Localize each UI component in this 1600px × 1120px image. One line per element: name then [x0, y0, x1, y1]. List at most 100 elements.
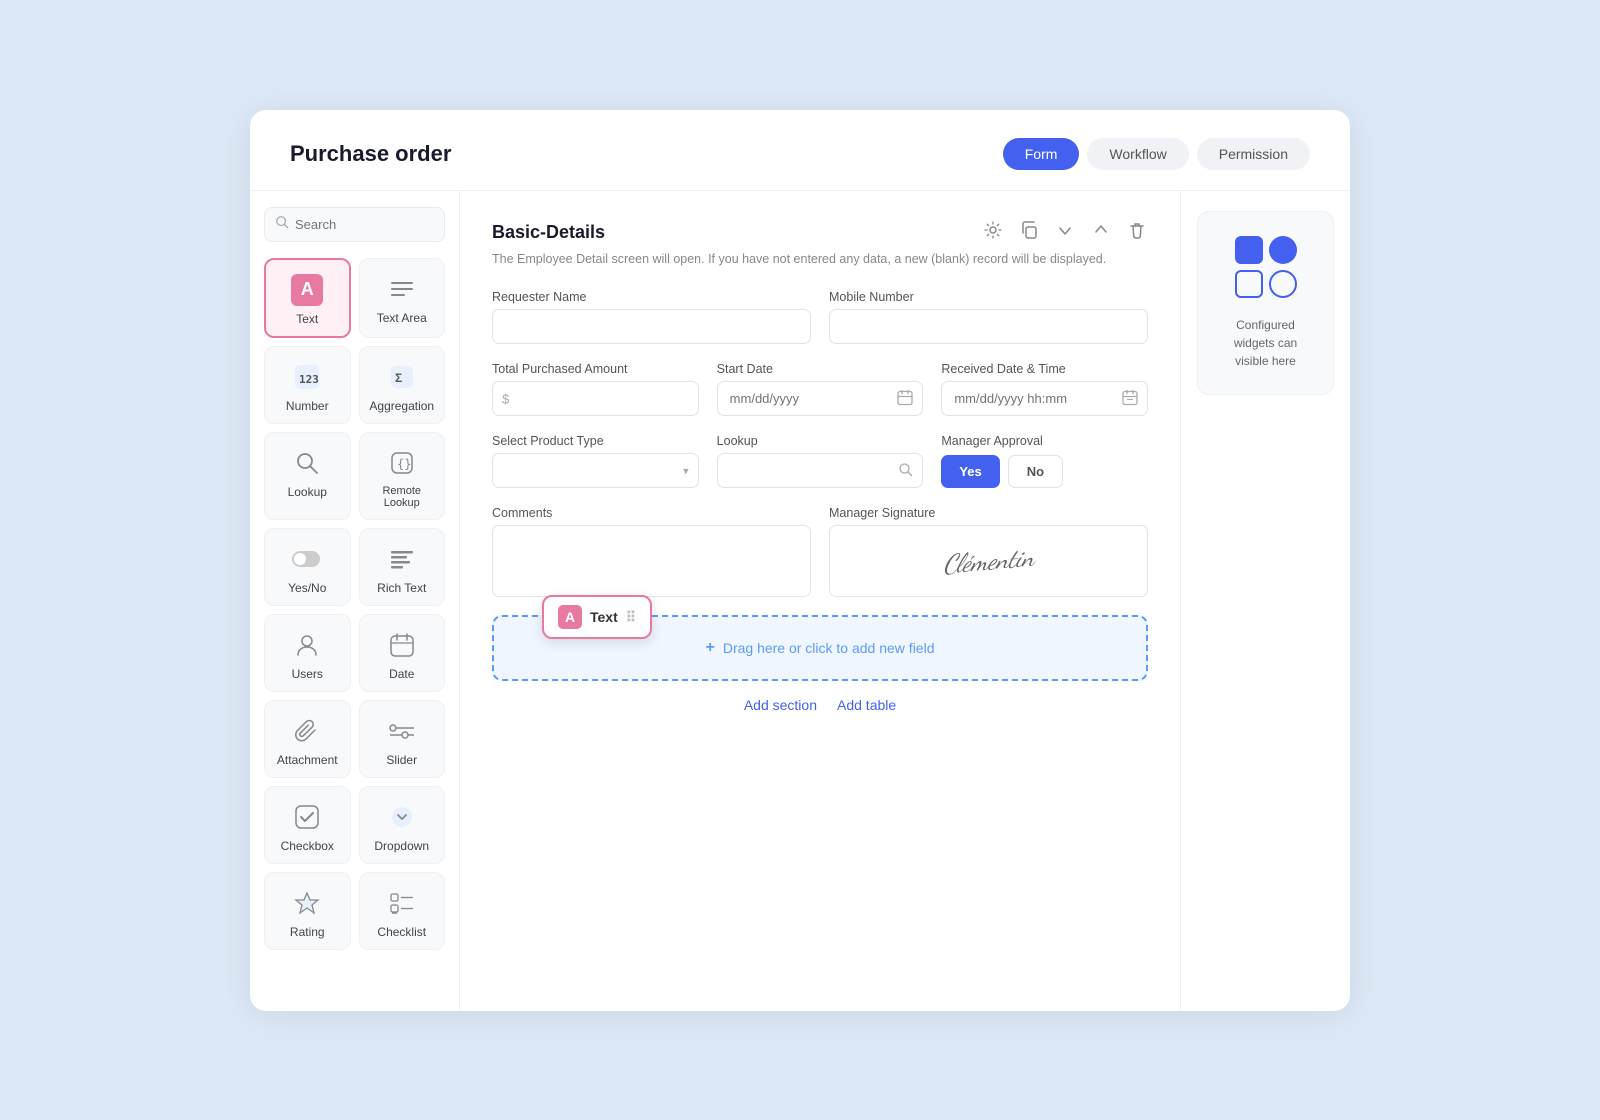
body-layout: A Text Text Area [250, 191, 1350, 1011]
yes-button[interactable]: Yes [941, 455, 999, 488]
widget-label-yes-no: Yes/No [288, 581, 326, 595]
dropdown-widget-icon [386, 801, 418, 833]
form-group-select-product-type: Select Product Type ▾ [492, 434, 699, 488]
svg-text:123: 123 [299, 373, 319, 386]
form-group-comments: Comments [492, 506, 811, 597]
widget-grid: A Text Text Area [264, 258, 445, 950]
form-group-total-purchased-amount: Total Purchased Amount $ [492, 362, 699, 416]
rating-widget-icon [291, 887, 323, 919]
textarea-widget-icon [386, 273, 418, 305]
widget-item-dropdown[interactable]: Dropdown [359, 786, 446, 864]
users-widget-icon [291, 629, 323, 661]
preview-icon-outline-1 [1235, 270, 1263, 298]
copy-button[interactable] [1018, 219, 1040, 246]
form-group-manager-signature: Manager Signature Clémentin [829, 506, 1148, 597]
label-requester-name: Requester Name [492, 290, 811, 304]
floating-text-widget[interactable]: A Text ⠿ [542, 595, 652, 639]
label-manager-signature: Manager Signature [829, 506, 1148, 520]
input-received-date-time[interactable] [941, 381, 1148, 416]
rich-text-widget-icon [386, 543, 418, 575]
widget-item-lookup[interactable]: Lookup [264, 432, 351, 520]
input-mobile-number[interactable] [829, 309, 1148, 344]
drag-area-label: Drag here or click to add new field [723, 640, 935, 656]
widget-label-rich-text: Rich Text [377, 581, 426, 595]
label-received-date-time: Received Date & Time [941, 362, 1148, 376]
delete-button[interactable] [1126, 219, 1148, 246]
widget-item-number[interactable]: 123 Number [264, 346, 351, 424]
move-down-button[interactable] [1054, 219, 1076, 246]
tab-form[interactable]: Form [1003, 138, 1080, 170]
widget-item-slider[interactable]: Slider [359, 700, 446, 778]
signature-image: Clémentin [942, 542, 1035, 581]
search-box[interactable] [264, 207, 445, 242]
section-desc: The Employee Detail screen will open. If… [492, 250, 1148, 269]
plus-icon: + [705, 639, 714, 657]
preview-icon-circle-outline [1269, 270, 1297, 298]
move-up-button[interactable] [1090, 219, 1112, 246]
dollar-input-wrapper: $ [492, 381, 699, 416]
label-manager-approval: Manager Approval [941, 434, 1148, 448]
widget-label-dropdown: Dropdown [374, 839, 429, 853]
add-table-button[interactable]: Add table [837, 697, 896, 713]
drag-handle-icon: ⠿ [626, 609, 636, 626]
header: Purchase order Form Workflow Permission [250, 110, 1350, 191]
label-total-purchased-amount: Total Purchased Amount [492, 362, 699, 376]
dollar-sign: $ [502, 391, 509, 406]
form-row-2: Total Purchased Amount $ Start Date [492, 362, 1148, 416]
input-total-purchased-amount[interactable] [492, 381, 699, 416]
label-start-date: Start Date [717, 362, 924, 376]
calendar-icon [897, 389, 913, 408]
widget-item-aggregation[interactable]: Σ Aggregation [359, 346, 446, 424]
section-title: Basic-Details [492, 222, 605, 243]
form-group-start-date: Start Date [717, 362, 924, 416]
widget-item-attachment[interactable]: Attachment [264, 700, 351, 778]
widget-label-date: Date [389, 667, 414, 681]
no-button[interactable]: No [1008, 455, 1063, 488]
widget-label-slider: Slider [386, 753, 417, 767]
widget-item-rich-text[interactable]: Rich Text [359, 528, 446, 606]
widget-item-yes-no[interactable]: Yes/No [264, 528, 351, 606]
input-lookup[interactable] [717, 453, 924, 488]
page-title: Purchase order [290, 141, 451, 167]
widget-item-date[interactable]: Date [359, 614, 446, 692]
number-widget-icon: 123 [291, 361, 323, 393]
widget-label-lookup: Lookup [288, 485, 327, 499]
widget-item-textarea[interactable]: Text Area [359, 258, 446, 338]
widget-item-rating[interactable]: Rating [264, 872, 351, 950]
widget-label-remote-lookup: Remote Lookup [368, 485, 437, 509]
widget-label-number: Number [286, 399, 329, 413]
widget-item-checkbox[interactable]: Checkbox [264, 786, 351, 864]
widget-item-remote-lookup[interactable]: {} Remote Lookup [359, 432, 446, 520]
tab-workflow[interactable]: Workflow [1087, 138, 1188, 170]
widget-preview-text: Configured widgets can visible here [1216, 316, 1315, 370]
form-group-requester-name: Requester Name [492, 290, 811, 344]
lookup-input-wrapper [717, 453, 924, 488]
aggregation-widget-icon: Σ [386, 361, 418, 393]
add-section-button[interactable]: Add section [744, 697, 817, 713]
settings-button[interactable] [982, 219, 1004, 246]
tab-bar: Form Workflow Permission [1003, 138, 1310, 170]
remote-lookup-widget-icon: {} [386, 447, 418, 479]
widget-item-users[interactable]: Users [264, 614, 351, 692]
input-start-date[interactable] [717, 381, 924, 416]
label-lookup: Lookup [717, 434, 924, 448]
signature-box[interactable]: Clémentin [829, 525, 1148, 597]
search-input[interactable] [295, 217, 434, 232]
form-row-1: Requester Name Mobile Number [492, 290, 1148, 344]
widget-label-textarea: Text Area [377, 311, 427, 325]
text-widget-icon: A [291, 274, 323, 306]
right-panel: Configured widgets can visible here [1180, 191, 1350, 1011]
sidebar: A Text Text Area [250, 191, 460, 1011]
search-icon [275, 215, 289, 234]
svg-text:{}: {} [397, 457, 411, 471]
checklist-widget-icon [386, 887, 418, 919]
form-group-manager-approval: Manager Approval Yes No [941, 434, 1148, 488]
svg-text:Σ: Σ [395, 371, 402, 385]
widget-preview-card: Configured widgets can visible here [1197, 211, 1334, 395]
widget-item-text[interactable]: A Text [264, 258, 351, 338]
select-product-type[interactable] [492, 453, 699, 488]
tab-permission[interactable]: Permission [1197, 138, 1310, 170]
input-comments[interactable] [492, 525, 811, 597]
input-requester-name[interactable] [492, 309, 811, 344]
widget-item-checklist[interactable]: Checklist [359, 872, 446, 950]
